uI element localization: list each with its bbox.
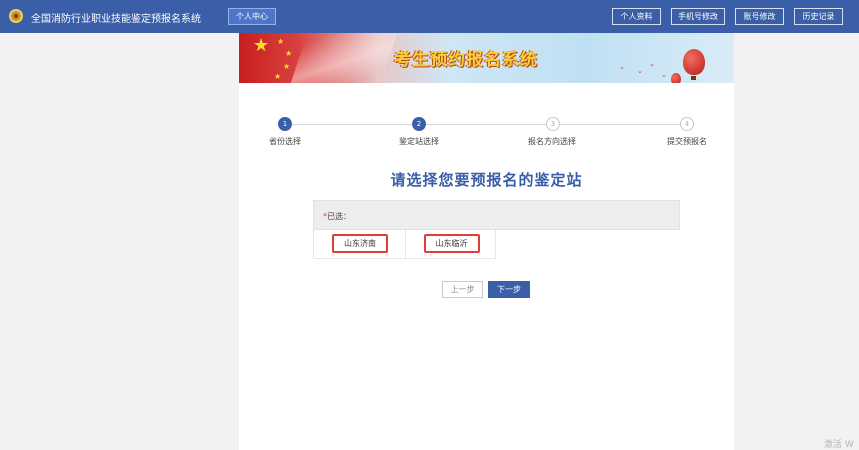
profile-button[interactable]: 个人资料	[612, 8, 661, 25]
page-title: 请选择您要预报名的鉴定站	[390, 171, 583, 189]
star-icon: ★	[277, 37, 285, 46]
station-cell: 山东临沂	[404, 230, 496, 258]
station-cell: 山东济南	[314, 230, 405, 258]
site-title: 全国消防行业职业技能鉴定预报名系统	[31, 14, 201, 25]
flag-decoration	[287, 33, 401, 83]
station-option-linyi[interactable]: 山东临沂	[423, 234, 480, 253]
star-icon: ★	[253, 35, 270, 56]
step-3-indicator: 3	[546, 117, 560, 131]
selected-label-wrap: *已选：	[323, 211, 351, 222]
selected-label: 已选：	[327, 212, 351, 221]
selected-header: *已选：	[313, 200, 680, 230]
step-1-indicator: 1	[278, 117, 292, 131]
balloon-basket-icon	[691, 76, 696, 80]
step-2-label: 鉴定站选择	[399, 137, 439, 146]
fire-emblem-icon	[9, 9, 23, 23]
star-icon: ★	[285, 49, 293, 58]
step-connector	[553, 124, 687, 125]
step-connector	[285, 124, 419, 125]
bird-icon: ⌄	[661, 71, 667, 79]
banner-title: 考生预约报名系统	[394, 50, 538, 70]
bird-icon: ⌄	[649, 60, 655, 68]
previous-step-button[interactable]: 上一步	[442, 281, 483, 298]
step-2-indicator: 2	[412, 117, 426, 131]
step-3-label: 报名方向选择	[528, 137, 576, 146]
change-phone-button[interactable]: 手机号修改	[671, 8, 725, 25]
change-account-button[interactable]: 账号修改	[735, 8, 784, 25]
step-1-label: 省份选择	[269, 137, 301, 146]
personal-center-button[interactable]: 个人中心	[228, 8, 276, 25]
station-list: 山东济南 山东临沂	[313, 230, 496, 259]
bird-icon: ⌄	[619, 63, 625, 71]
top-nav-bar: 全国消防行业职业技能鉴定预报名系统 个人中心 个人资料 手机号修改 账号修改 历…	[0, 0, 859, 33]
station-option-jinan[interactable]: 山东济南	[332, 234, 388, 253]
main-card: ★ ★ ★ ★ ★ 考生预约报名系统 ⌄ ⌄ ⌄ ⌄ 1 2 3 4 省份选择 …	[239, 33, 734, 450]
hot-air-balloon-icon	[671, 73, 681, 83]
star-icon: ★	[283, 62, 291, 71]
bird-icon: ⌄	[637, 67, 643, 75]
step-4-label: 提交预报名	[667, 137, 707, 146]
hot-air-balloon-icon	[683, 49, 705, 75]
step-connector	[419, 124, 553, 125]
star-icon: ★	[274, 72, 282, 81]
next-step-button[interactable]: 下一步	[488, 281, 530, 298]
activation-watermark: 激活 W	[824, 440, 854, 450]
banner: ★ ★ ★ ★ ★ 考生预约报名系统 ⌄ ⌄ ⌄ ⌄	[239, 33, 734, 83]
step-4-indicator: 4	[680, 117, 694, 131]
history-button[interactable]: 历史记录	[794, 8, 843, 25]
